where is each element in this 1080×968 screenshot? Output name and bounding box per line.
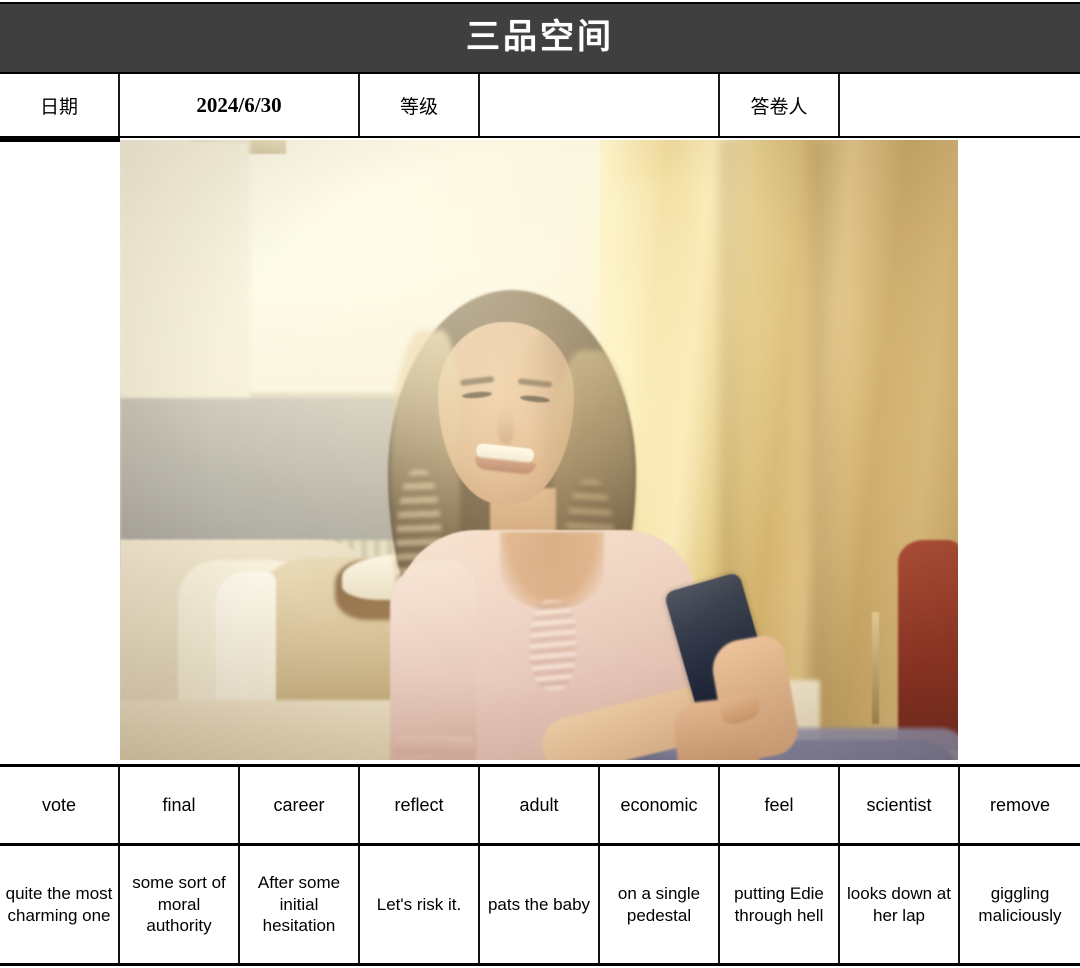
respondent-label-cell: 答卷人 xyxy=(720,74,840,136)
phrase-cell[interactable]: quite the most charming one xyxy=(0,846,120,963)
phrase-row: quite the most charming one some sort of… xyxy=(0,846,1080,966)
word-row: vote final career reflect adult economic… xyxy=(0,764,1080,846)
level-value-cell[interactable] xyxy=(480,74,720,136)
date-label-cell: 日期 xyxy=(0,74,120,136)
page-title: 三品空间 xyxy=(466,19,614,56)
word-cell[interactable]: scientist xyxy=(840,767,960,843)
top-ruching xyxy=(530,600,576,690)
red-armchair xyxy=(898,540,958,750)
word-cell[interactable]: remove xyxy=(960,767,1080,843)
phrase-cell[interactable]: on a single pedestal xyxy=(600,846,720,963)
word-cell[interactable]: reflect xyxy=(360,767,480,843)
nose xyxy=(498,408,514,444)
meta-row: 日期 2024/6/30 等级 答卷人 xyxy=(0,72,1080,138)
floor-lamp-rod xyxy=(872,612,879,724)
left-sleeve xyxy=(390,560,476,760)
phrase-cell[interactable]: some sort of moral authority xyxy=(120,846,240,963)
photo-woman-with-phone xyxy=(120,140,958,760)
word-cell[interactable]: feel xyxy=(720,767,840,843)
level-label-cell: 等级 xyxy=(360,74,480,136)
curtain-fold-right xyxy=(810,140,850,760)
band-rule xyxy=(0,138,120,142)
word-cell[interactable]: final xyxy=(120,767,240,843)
phrase-cell[interactable]: After some initial hesitation xyxy=(240,846,360,963)
date-value-cell[interactable]: 2024/6/30 xyxy=(120,74,360,136)
phrase-cell[interactable]: looks down at her lap xyxy=(840,846,960,963)
left-sleeve-cuff xyxy=(392,736,476,754)
word-cell[interactable]: adult xyxy=(480,767,600,843)
page-title-bar: 三品空间 xyxy=(0,2,1080,72)
word-cell[interactable]: economic xyxy=(600,767,720,843)
neckline xyxy=(500,532,604,610)
phrase-cell[interactable]: giggling maliciously xyxy=(960,846,1080,963)
word-cell[interactable]: vote xyxy=(0,767,120,843)
photo-band xyxy=(0,138,1080,762)
phrase-cell[interactable]: pats the baby xyxy=(480,846,600,963)
respondent-value-cell[interactable] xyxy=(840,74,1080,136)
phrase-cell[interactable]: Let's risk it. xyxy=(360,846,480,963)
phrase-cell[interactable]: putting Edie through hell xyxy=(720,846,840,963)
word-cell[interactable]: career xyxy=(240,767,360,843)
worksheet-page: 三品空间 日期 2024/6/30 等级 答卷人 vote final care… xyxy=(0,0,1080,968)
